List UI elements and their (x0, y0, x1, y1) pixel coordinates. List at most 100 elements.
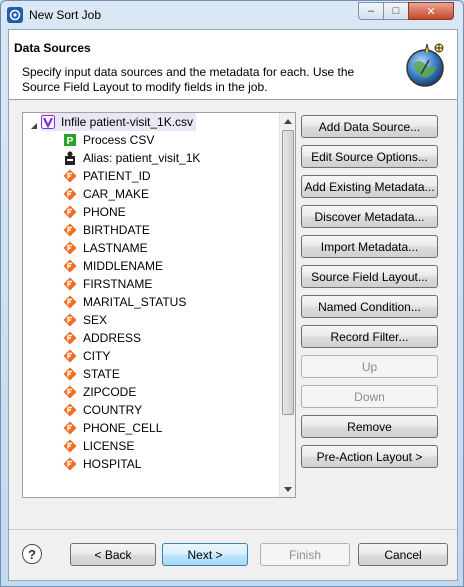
tree-item-field[interactable]: MIDDLENAME (63, 257, 163, 275)
tree-item-field[interactable]: MARITAL_STATUS (63, 293, 186, 311)
field-label: FIRSTNAME (83, 277, 153, 291)
add-data-source-button[interactable]: Add Data Source... (301, 115, 438, 138)
field-label: MIDDLENAME (83, 259, 164, 273)
maximize-button[interactable]: □ (383, 2, 409, 20)
svg-text:P: P (67, 136, 74, 146)
scroll-up-arrow-icon[interactable] (280, 113, 296, 129)
tree-item-field[interactable]: BIRTHDATE (63, 221, 150, 239)
tree-item-field[interactable]: STATE (63, 365, 120, 383)
cancel-button[interactable]: Cancel (358, 543, 448, 566)
v-source-icon (41, 115, 55, 129)
add-existing-metadata-button[interactable]: Add Existing Metadata... (301, 175, 438, 198)
field-icon (63, 349, 77, 363)
help-glyph: ? (28, 546, 36, 562)
close-button[interactable]: ✕ (408, 2, 454, 20)
alias-icon (63, 151, 77, 165)
close-icon: ✕ (426, 5, 436, 18)
record-filter-button[interactable]: Record Filter... (301, 325, 438, 348)
field-icon (63, 385, 77, 399)
tree-item-label: Alias: patient_visit_1K (83, 151, 201, 165)
page-description: Specify input data sources and the metad… (22, 65, 355, 94)
field-icon (63, 223, 77, 237)
footer-separator (9, 529, 457, 530)
field-label: BIRTHDATE (83, 223, 150, 237)
field-label: PHONE (83, 205, 126, 219)
title-bar[interactable]: New Sort Job – □ ✕ (1, 1, 463, 29)
tree-item-field[interactable]: PHONE (63, 203, 126, 221)
field-label: CAR_MAKE (83, 187, 150, 201)
tree-item-field[interactable]: COUNTRY (63, 401, 142, 419)
field-icon (63, 295, 77, 309)
collapse-arrow-icon[interactable] (30, 119, 38, 129)
edit-source-options-button[interactable]: Edit Source Options... (301, 145, 438, 168)
field-label: ZIPCODE (83, 385, 137, 399)
tree-item-field[interactable]: FIRSTNAME (63, 275, 152, 293)
tree-item-field[interactable]: LASTNAME (63, 239, 148, 257)
tree-item-field[interactable]: ADDRESS (63, 329, 141, 347)
tree-item-process-csv[interactable]: P Process CSV (63, 131, 154, 149)
field-icon (63, 367, 77, 381)
tree-item-field[interactable]: ZIPCODE (63, 383, 136, 401)
source-field-layout-button[interactable]: Source Field Layout... (301, 265, 438, 288)
field-icon (63, 457, 77, 471)
tree-item-field[interactable]: CITY (63, 347, 110, 365)
tree-item-field[interactable]: PATIENT_ID (63, 167, 151, 185)
field-label: ADDRESS (83, 331, 142, 345)
tree-item-alias[interactable]: Alias: patient_visit_1K (63, 149, 200, 167)
process-icon: P (63, 133, 77, 147)
minimize-button[interactable]: – (358, 2, 384, 20)
app-icon (7, 7, 23, 23)
field-icon (63, 331, 77, 345)
minimize-icon: – (367, 5, 375, 17)
field-icon (63, 277, 77, 291)
up-button[interactable]: Up (301, 355, 438, 378)
tree-item-field[interactable]: HOSPITAL (63, 455, 141, 473)
field-label: PHONE_CELL (83, 421, 163, 435)
field-label: MARITAL_STATUS (83, 295, 187, 309)
field-icon (63, 169, 77, 183)
field-label: LICENSE (83, 439, 135, 453)
field-label: COUNTRY (83, 403, 143, 417)
field-label: STATE (83, 367, 120, 381)
tree-item-field[interactable]: PHONE_CELL (63, 419, 162, 437)
field-icon (63, 205, 77, 219)
field-icon (63, 403, 77, 417)
tree-item-label: Process CSV (83, 133, 155, 147)
scroll-down-arrow-icon[interactable] (280, 481, 296, 497)
tree-item-label: Infile patient-visit_1K.csv (61, 115, 194, 129)
field-label: PATIENT_ID (83, 169, 151, 183)
field-label: LASTNAME (83, 241, 148, 255)
field-label: CITY (83, 349, 111, 363)
field-icon (63, 187, 77, 201)
field-icon (63, 259, 77, 273)
tree-item-infile[interactable]: Infile patient-visit_1K.csv (41, 113, 197, 131)
window-title: New Sort Job (29, 8, 102, 22)
field-label: SEX (83, 313, 108, 327)
field-icon (63, 439, 77, 453)
new-sort-job-window: New Sort Job – □ ✕ Data Sources Specify … (0, 0, 464, 587)
remove-button[interactable]: Remove (301, 415, 438, 438)
tree-content: Infile patient-visit_1K.csv P Process CS… (23, 113, 279, 497)
data-sources-tree[interactable]: Infile patient-visit_1K.csv P Process CS… (22, 112, 296, 498)
field-icon (63, 241, 77, 255)
discover-metadata-button[interactable]: Discover Metadata... (301, 205, 438, 228)
named-condition-button[interactable]: Named Condition... (301, 295, 438, 318)
back-button[interactable]: < Back (70, 543, 156, 566)
import-metadata-button[interactable]: Import Metadata... (301, 235, 438, 258)
dialog-client-area: Data Sources Specify input data sources … (8, 29, 458, 581)
scroll-thumb[interactable] (282, 130, 294, 415)
help-icon[interactable]: ? (22, 544, 42, 564)
wizard-header: Data Sources Specify input data sources … (9, 30, 457, 100)
tree-item-field[interactable]: CAR_MAKE (63, 185, 149, 203)
down-button[interactable]: Down (301, 385, 438, 408)
finish-button[interactable]: Finish (260, 543, 350, 566)
tree-item-field[interactable]: SEX (63, 311, 107, 329)
tree-scrollbar[interactable] (279, 113, 295, 497)
tree-item-field[interactable]: LICENSE (63, 437, 134, 455)
field-icon (63, 313, 77, 327)
next-button[interactable]: Next > (162, 543, 248, 566)
maximize-icon: □ (392, 5, 400, 17)
page-title: Data Sources (14, 41, 91, 55)
pre-action-layout-button[interactable]: Pre-Action Layout > (301, 445, 438, 468)
field-label: HOSPITAL (83, 457, 142, 471)
